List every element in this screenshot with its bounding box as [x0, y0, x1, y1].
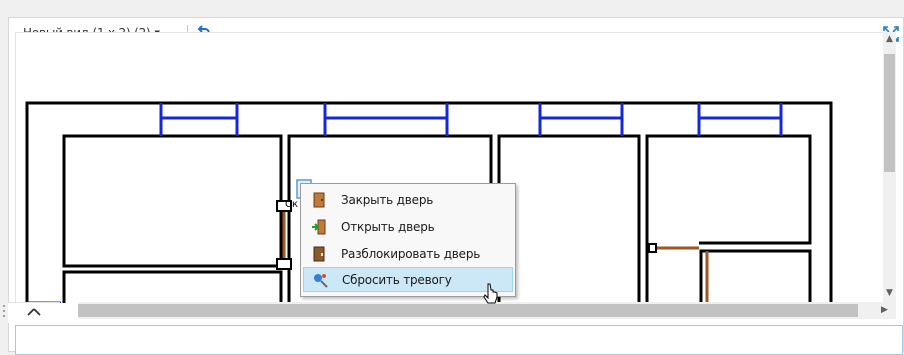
room-5 — [645, 134, 812, 303]
scroll-down-icon[interactable]: ▼ — [883, 288, 896, 298]
door-open-icon — [312, 219, 326, 234]
vertical-scrollbar[interactable]: ▲ ▼ — [883, 32, 896, 302]
menu-item-reset-alarm[interactable]: Сбросить тревогу — [303, 267, 513, 292]
menu-item-label: Сбросить тревогу — [342, 272, 452, 287]
bottom-panel — [15, 325, 903, 355]
door-unlock-icon — [313, 246, 325, 261]
room-2 — [62, 270, 283, 303]
door-context-menu: Закрыть дверь Открыть дверь Разблокирова… — [300, 183, 516, 297]
menu-item-unlock-door[interactable]: Разблокировать дверь — [303, 241, 513, 266]
vertical-scroll-thumb[interactable] — [884, 54, 895, 172]
scroll-right-icon[interactable]: ▶ — [878, 305, 891, 315]
collapse-panel-button[interactable] — [8, 302, 60, 323]
chevron-up-icon — [27, 308, 41, 316]
room-6 — [699, 249, 812, 303]
room-1 — [62, 134, 283, 268]
scroll-up-icon[interactable]: ▲ — [883, 34, 896, 44]
room-4 — [497, 134, 641, 303]
alarm-reset-icon — [314, 273, 328, 288]
mouse-pointer-icon — [483, 283, 498, 304]
door-tag: Ск — [285, 199, 299, 210]
door-closed-icon — [313, 192, 325, 207]
menu-item-close-door[interactable]: Закрыть дверь — [303, 187, 513, 212]
menu-item-label: Закрыть дверь — [341, 192, 434, 207]
menu-item-label: Разблокировать дверь — [341, 246, 481, 261]
menu-item-open-door[interactable]: Открыть дверь — [303, 214, 513, 239]
menu-item-label: Открыть дверь — [341, 219, 435, 234]
splitter-grip-icon[interactable] — [1, 302, 7, 320]
horizontal-scroll-thumb[interactable] — [78, 304, 858, 317]
